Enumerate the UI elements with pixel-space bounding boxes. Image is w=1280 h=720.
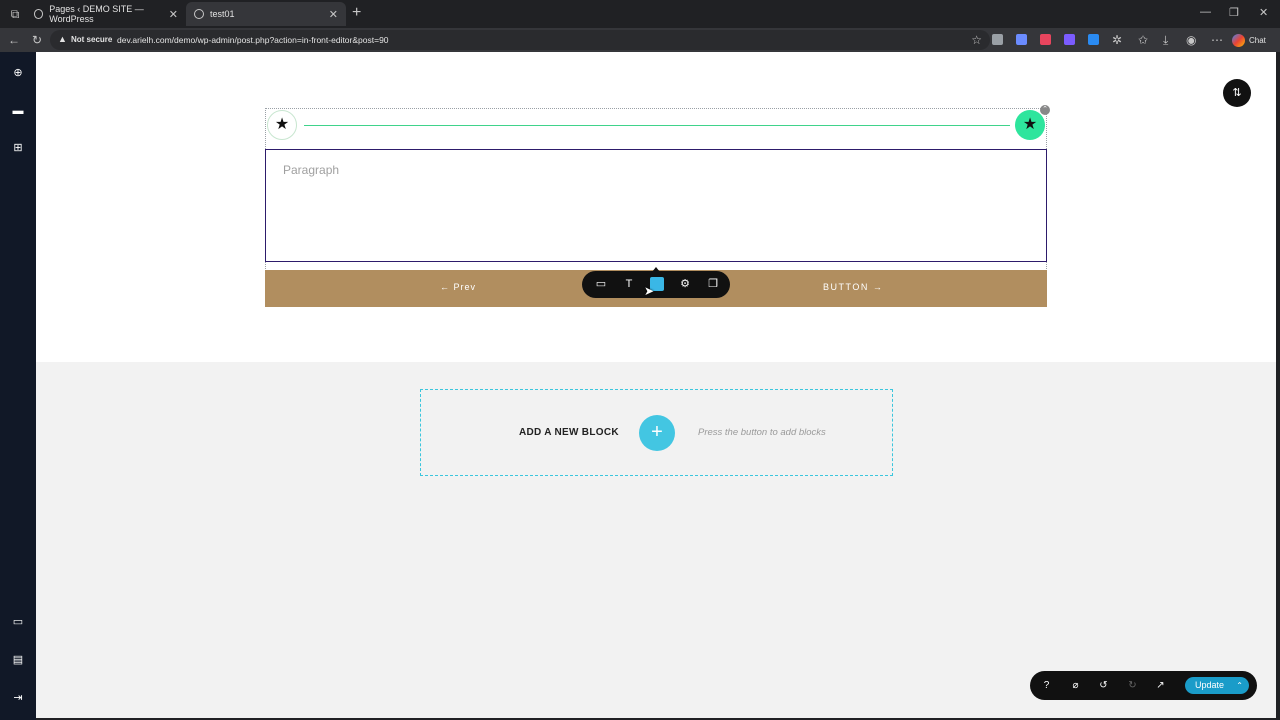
add-icon[interactable]: ⊕ <box>11 66 25 80</box>
bottom-toolbar: ? ⌀ ↺ ↻ ↗ Update ⌃ <box>1030 671 1257 700</box>
pin-icon[interactable] <box>1040 34 1051 45</box>
url-text[interactable]: dev.arielh.com/demo/wp-admin/post.php?ac… <box>117 35 389 45</box>
tab-title: Pages ‹ DEMO SITE — WordPress <box>49 4 144 24</box>
bookmark-star-icon[interactable]: ☆ <box>971 33 982 47</box>
chat-button[interactable]: Chat <box>1232 32 1266 48</box>
templates-icon[interactable]: ⊞ <box>11 141 25 155</box>
paragraph-block[interactable]: Paragraph <box>265 149 1047 262</box>
chevron-up-icon[interactable]: ⌃ <box>1236 677 1243 694</box>
close-icon[interactable]: ✕ <box>329 8 338 21</box>
block-toolbar: ▭ T ⚙ ❐ <box>582 267 730 298</box>
editor-sidebar: ⊕ ▬ ⊞ ▭ ▤ ⇥ <box>0 52 36 720</box>
mouse-cursor-icon: ➤ <box>644 284 655 298</box>
new-tab-icon[interactable]: + <box>352 5 361 21</box>
profile-avatar-icon[interactable]: ◉ <box>1186 33 1196 47</box>
star-icon[interactable]: ★ <box>1015 110 1045 140</box>
undo-icon[interactable]: ↺ <box>1097 679 1110 692</box>
window-close-icon[interactable]: ✕ <box>1259 6 1268 19</box>
exit-icon[interactable]: ⇥ <box>11 691 25 705</box>
globe-icon <box>194 9 204 19</box>
editor-canvas: ⇅ ★ ★ ⌃ Paragraph ← Prev BUTTON → ▭ T ⚙ … <box>36 52 1276 718</box>
prev-link[interactable]: ← Prev <box>440 282 476 292</box>
settings-toggle-icon[interactable]: ⇅ <box>1223 79 1251 107</box>
close-icon[interactable]: ✕ <box>169 8 178 21</box>
layers-icon[interactable]: ▬ <box>11 104 25 118</box>
tab-test01[interactable]: test01 ✕ <box>186 2 346 26</box>
downloads-icon[interactable]: ⤓ <box>1163 33 1168 48</box>
page-icon[interactable]: ▤ <box>11 653 25 667</box>
add-block-button[interactable]: + <box>639 415 675 451</box>
extension-icon[interactable] <box>1064 34 1075 45</box>
next-button[interactable]: BUTTON → <box>823 282 883 292</box>
gear-icon[interactable]: ⚙ <box>678 277 692 291</box>
security-label: Not secure <box>71 35 113 44</box>
paragraph-placeholder: Paragraph <box>283 163 340 177</box>
download-icon[interactable] <box>1088 34 1099 45</box>
add-block-label: ADD A NEW BLOCK <box>519 427 619 438</box>
star-icon[interactable]: ★ <box>267 110 297 140</box>
update-label: Update <box>1195 680 1225 690</box>
add-block-hint: Press the button to add blocks <box>698 427 826 438</box>
help-icon[interactable]: ? <box>1040 679 1053 692</box>
redo-icon[interactable]: ↻ <box>1126 679 1139 692</box>
copy-icon[interactable]: ❐ <box>706 277 720 291</box>
chat-label: Chat <box>1249 35 1266 45</box>
browser-titlebar: ⧉ Pages ‹ DEMO SITE — WordPress ✕ test01… <box>0 0 1280 28</box>
block-settings-icon[interactable]: ▭ <box>594 277 608 291</box>
warning-icon[interactable]: ▲ <box>58 34 67 44</box>
tab-pages[interactable]: Pages ‹ DEMO SITE — WordPress ✕ <box>26 2 186 26</box>
text-icon[interactable]: T <box>622 277 636 291</box>
address-toolbar: ← ↻ ▲ Not secure dev.arielh.com/demo/wp-… <box>0 28 1280 52</box>
extensions-icon[interactable]: ✲ <box>1112 33 1122 47</box>
window-edge <box>1276 52 1280 720</box>
restore-icon[interactable]: ❐ <box>1229 6 1239 19</box>
minimize-icon[interactable]: — <box>1200 6 1211 18</box>
extension-icon[interactable] <box>1016 34 1027 45</box>
add-block-area: ADD A NEW BLOCK + Press the button to ad… <box>420 389 893 476</box>
back-icon[interactable]: ← <box>8 33 20 47</box>
favorites-icon[interactable]: ✩ <box>1138 33 1148 47</box>
globe-icon <box>34 9 44 19</box>
collapse-icon[interactable]: ⌃ <box>1040 105 1050 115</box>
camera-icon[interactable] <box>992 34 1003 45</box>
external-link-icon[interactable]: ↗ <box>1154 679 1167 692</box>
copilot-icon <box>1232 33 1245 47</box>
reload-icon[interactable]: ↻ <box>32 33 42 47</box>
divider <box>304 125 1010 126</box>
workspaces-icon[interactable]: ⧉ <box>8 7 22 21</box>
hide-icon[interactable]: ⌀ <box>1069 679 1082 692</box>
tab-title: test01 <box>210 9 235 19</box>
address-bar[interactable]: ▲ Not secure dev.arielh.com/demo/wp-admi… <box>50 30 990 50</box>
update-button[interactable]: Update ⌃ <box>1185 677 1249 694</box>
more-icon[interactable]: ⋯ <box>1211 33 1223 47</box>
desktop-icon[interactable]: ▭ <box>11 615 25 629</box>
